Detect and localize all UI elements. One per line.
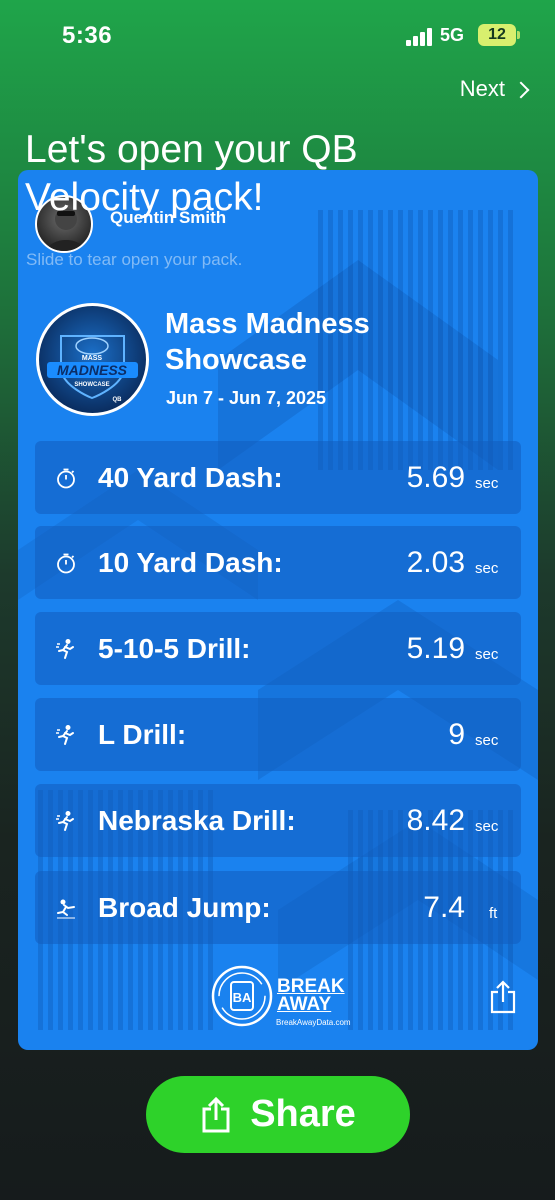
stat-row: 10 Yard Dash: 2.03 sec	[35, 526, 521, 599]
cellular-signal-icon	[406, 28, 434, 46]
event-logo-top-text: MASS	[82, 355, 103, 362]
broad-jump-icon	[57, 899, 75, 919]
share-button[interactable]: Share	[146, 1076, 410, 1153]
next-label: Next	[459, 76, 505, 101]
event-title: Mass Madness Showcase	[165, 308, 370, 376]
stat-value: 9	[448, 718, 465, 751]
chevron-right-icon	[512, 81, 530, 98]
stat-label: Broad Jump:	[98, 892, 271, 923]
status-bar: 5:36 5G 12	[0, 0, 555, 72]
event-logo: MASS MADNESS SHOWCASE QB	[36, 303, 149, 416]
share-label: Share	[250, 1093, 356, 1135]
stat-row: Broad Jump: 7.4 ft	[35, 871, 521, 944]
brand-name-line2: AWAY	[277, 994, 332, 1015]
brand-name: BREAK AWAY	[277, 977, 345, 1015]
event-logo-corner-text: QB	[113, 397, 123, 403]
status-time: 5:36	[62, 22, 113, 49]
stat-label: 5-10-5 Drill:	[98, 633, 251, 664]
share-icon	[202, 1096, 230, 1132]
stat-unit: sec	[475, 732, 499, 749]
stat-unit: sec	[475, 818, 499, 835]
stat-unit: sec	[475, 560, 499, 577]
stat-value: 5.19	[406, 632, 465, 665]
event-date: Jun 7 - Jun 7, 2025	[166, 388, 327, 408]
stat-label: L Drill:	[98, 719, 187, 750]
stat-value: 2.03	[406, 546, 465, 579]
brand-logo-letters: BA	[233, 990, 252, 1005]
battery-tip	[517, 31, 520, 39]
next-button[interactable]: Next	[459, 76, 530, 102]
share-icon[interactable]	[488, 980, 518, 1014]
slide-hint: Slide to tear open your pack.	[26, 250, 243, 269]
stats-card[interactable]: Quentin Smith Slide to tear open your pa…	[18, 170, 538, 1050]
stat-label: 40 Yard Dash:	[98, 462, 283, 493]
stat-row: 5-10-5 Drill: 5.19 sec	[35, 612, 521, 685]
network-type: 5G	[440, 25, 465, 45]
stat-label: Nebraska Drill:	[98, 805, 296, 836]
event-logo-bottom-text: SHOWCASE	[74, 382, 109, 388]
stopwatch-icon	[57, 553, 75, 574]
stopwatch-icon	[57, 468, 75, 489]
breakaway-logo-icon: BA	[211, 965, 273, 1027]
stat-unit: ft	[489, 905, 498, 922]
stat-unit: sec	[475, 475, 499, 492]
stat-row: Nebraska Drill: 8.42 sec	[35, 784, 521, 857]
stat-value: 5.69	[406, 461, 465, 494]
event-logo-middle-text: MADNESS	[57, 362, 128, 378]
stat-value: 8.42	[406, 804, 465, 837]
battery-icon: 12	[478, 24, 516, 46]
stat-unit: sec	[475, 646, 499, 663]
stat-row: L Drill: 9 sec	[35, 698, 521, 771]
agility-runner-icon	[56, 725, 74, 745]
agility-runner-icon	[56, 811, 74, 831]
page-headline: Let's open your QB Velocity pack!	[25, 128, 358, 219]
agility-runner-icon	[56, 639, 74, 659]
brand-url: BreakAwayData.com	[276, 1018, 351, 1027]
stat-row: 40 Yard Dash: 5.69 sec	[35, 441, 521, 514]
stat-value: 7.4	[423, 891, 465, 924]
stat-label: 10 Yard Dash:	[98, 547, 283, 578]
